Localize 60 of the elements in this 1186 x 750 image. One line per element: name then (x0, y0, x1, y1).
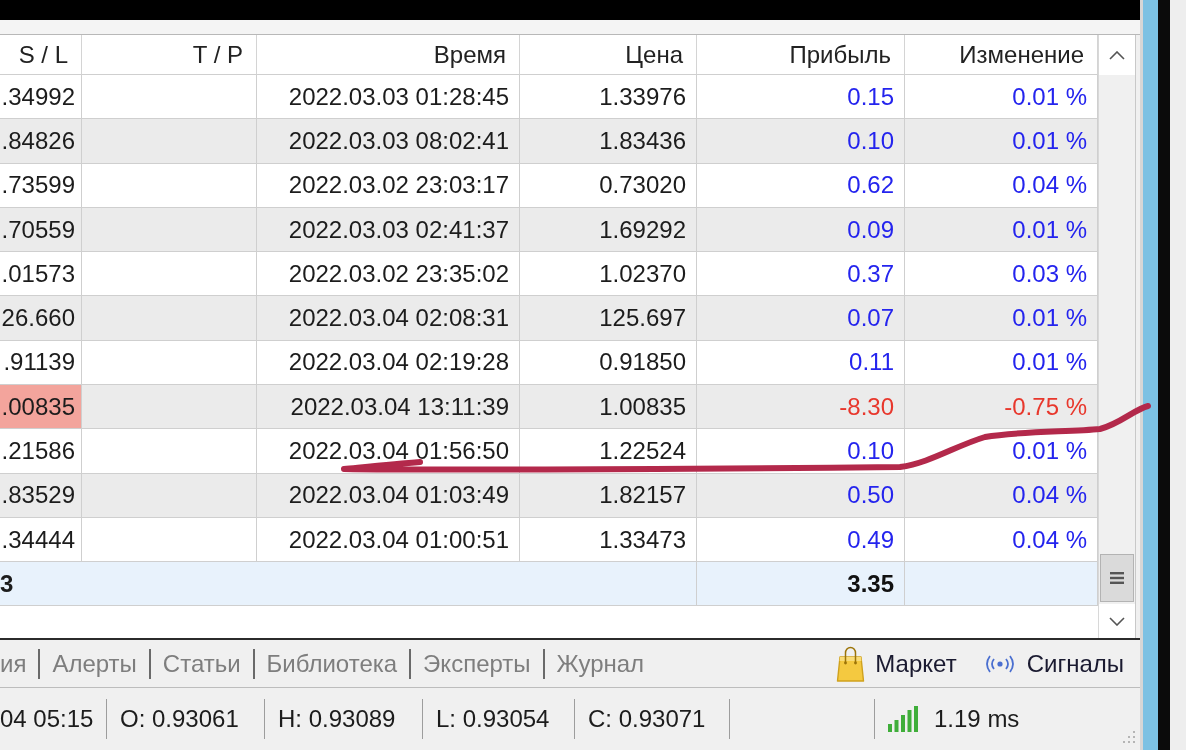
table-cell: 0.73020 (520, 163, 697, 208)
table-cell: .83529 (0, 473, 82, 518)
table-cell: 2022.03.03 08:02:41 (257, 119, 520, 164)
status-cell: 04 05:15 (0, 699, 107, 739)
table-cell: 2022.03.04 01:03:49 (257, 473, 520, 518)
signal-bars-icon (888, 706, 918, 732)
column-header[interactable]: T / P (82, 35, 257, 75)
column-header[interactable]: Цена (520, 35, 697, 75)
splitter-bar[interactable] (0, 20, 1140, 35)
column-header[interactable]: Время (257, 35, 520, 75)
status-cell: O: 0.93061 (107, 699, 265, 739)
scrollbar-thumb[interactable] (1100, 554, 1134, 602)
total-label: 3 (0, 569, 14, 598)
table-cell: 0.09 (697, 207, 905, 253)
table-cell: .70559 (0, 207, 82, 253)
table-cell: 125.697 (520, 296, 697, 341)
table-cell: -8.30 (697, 385, 905, 430)
resize-grip-icon[interactable] (1122, 730, 1136, 744)
table-cell: 1.22524 (520, 429, 697, 474)
table-cell: 26.660 (0, 296, 82, 341)
scrollbar-track[interactable] (1098, 35, 1135, 638)
ping-text: 1.19 ms (934, 705, 1020, 733)
scroll-down-button[interactable] (1099, 604, 1135, 638)
table-cell: .21586 (0, 429, 82, 474)
status-cell: L: 0.93054 (423, 699, 575, 739)
scroll-up-button[interactable] (1099, 35, 1135, 75)
tab[interactable]: Журнал (544, 649, 657, 678)
market-link[interactable]: Маркет (836, 645, 957, 682)
table-cell: 1.82157 (520, 473, 697, 518)
shopping-bag-icon (836, 645, 866, 682)
grip-icon (1110, 571, 1124, 585)
table-cell: .73599 (0, 163, 82, 208)
status-cell: H: 0.93089 (265, 699, 423, 739)
table-cell: 0.10 (697, 119, 905, 164)
table-cell: 0.07 (697, 296, 905, 341)
table-cell: 0.62 (697, 163, 905, 208)
tab[interactable]: ия (0, 649, 39, 678)
table-cell: .00835 (0, 385, 82, 430)
signals-link[interactable]: Сигналы (982, 649, 1124, 678)
table-cell: 2022.03.04 02:08:31 (257, 296, 520, 341)
tab[interactable]: Алерты (40, 649, 149, 678)
status-cell: C: 0.93071 (575, 699, 730, 739)
caret-up-icon (1109, 50, 1125, 60)
tab[interactable]: Статьи (150, 649, 253, 678)
table-cell: 0.50 (697, 473, 905, 518)
table-cell: 1.00835 (520, 385, 697, 430)
table-cell: 1.69292 (520, 207, 697, 253)
table-cell: 2022.03.04 01:56:50 (257, 429, 520, 474)
tab[interactable]: Библиотека (254, 649, 410, 678)
table-cell: .84826 (0, 119, 82, 164)
table-cell: 2022.03.04 13:11:39 (257, 385, 520, 430)
table-cell: 1.83436 (520, 119, 697, 164)
table-cell: 2022.03.02 23:03:17 (257, 163, 520, 208)
column-header[interactable]: Прибыль (697, 35, 905, 75)
tab[interactable]: Эксперты (411, 649, 543, 678)
table-cell: 0.10 (697, 429, 905, 474)
caret-down-icon (1109, 616, 1125, 626)
total-cell: 3.35 (697, 562, 905, 607)
column-header[interactable]: S / L (0, 35, 82, 75)
table-cell: 2022.03.03 02:41:37 (257, 207, 520, 253)
